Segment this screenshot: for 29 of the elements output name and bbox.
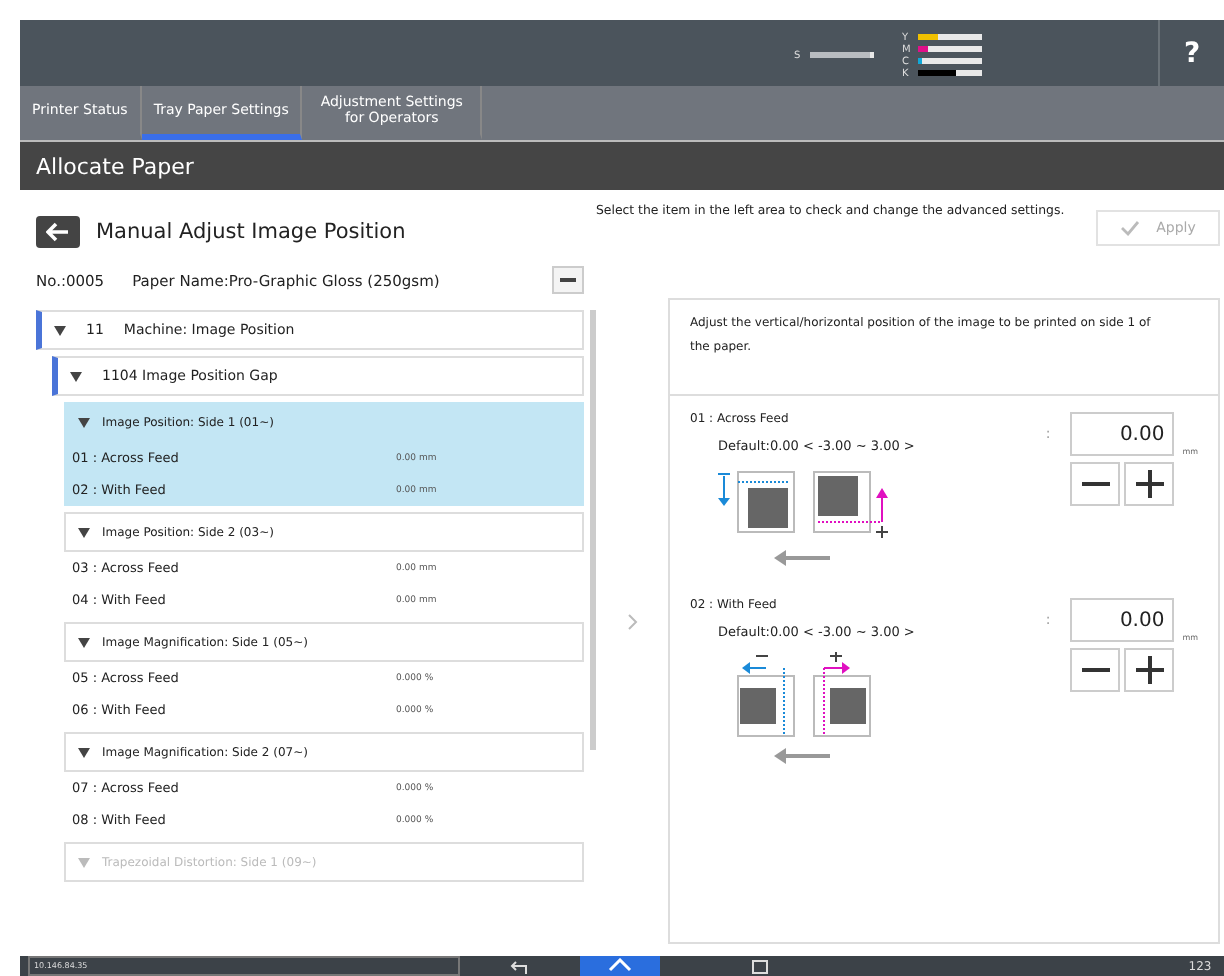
- increase-button[interactable]: [1124, 648, 1175, 692]
- chevron-right-icon: [627, 613, 637, 629]
- return-arrow-icon: [510, 959, 530, 973]
- plus-icon: [1135, 656, 1164, 684]
- caret-down-icon: [78, 747, 90, 757]
- increase-button[interactable]: [1124, 462, 1175, 506]
- page-title: Allocate Paper: [20, 142, 1224, 190]
- value-field[interactable]: 0.00: [1070, 598, 1175, 642]
- caret-down-icon: [54, 325, 66, 335]
- decrease-button[interactable]: [1070, 648, 1121, 692]
- home-button[interactable]: [580, 956, 660, 976]
- minus-icon: [560, 277, 576, 283]
- screen-title: Manual Adjust Image Position: [96, 220, 406, 244]
- caret-down-icon: [70, 371, 82, 381]
- value-field[interactable]: 0.00: [1070, 412, 1175, 456]
- caret-down-icon: [78, 857, 90, 867]
- minus-icon: [1081, 668, 1110, 672]
- caret-down-icon: [78, 637, 90, 647]
- minus-icon: [1081, 482, 1110, 486]
- decrease-button[interactable]: [1070, 462, 1121, 506]
- plus-icon: [1135, 470, 1164, 498]
- collapse-button[interactable]: [552, 266, 584, 294]
- check-icon: [1120, 220, 1141, 236]
- caret-down-icon: [78, 527, 90, 537]
- left-arrow-icon: [46, 222, 70, 242]
- scrollbar[interactable]: [590, 310, 596, 750]
- back-button[interactable]: [36, 216, 80, 248]
- screen-icon: [752, 959, 768, 973]
- caret-down-icon: [78, 417, 90, 427]
